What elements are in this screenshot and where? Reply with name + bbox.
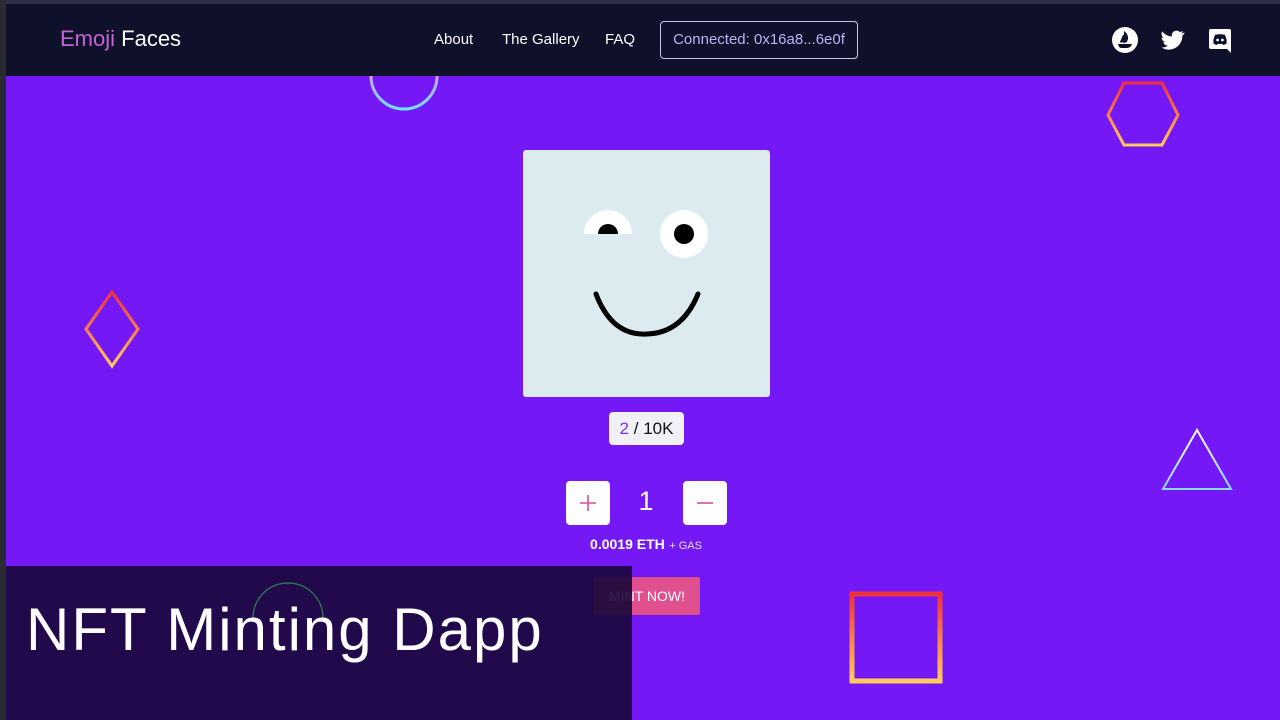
price-label: 0.0019 ETH + GAS [566,536,726,554]
square-outline-shape [849,591,943,684]
circle-outline-shape [369,76,439,111]
app-frame: Emoji Faces About The Gallery FAQ Connec… [6,0,1280,720]
nft-preview-image [523,150,770,397]
nav-about-link[interactable]: About [434,31,473,48]
increase-quantity-button[interactable] [566,481,610,525]
price-value: 0.0019 ETH [590,536,665,552]
minus-icon [697,502,713,504]
nav-gallery-link[interactable]: The Gallery [502,31,580,48]
triangle-outline-shape [1161,427,1233,490]
twitter-icon[interactable] [1158,26,1186,54]
total-supply: 10K [643,419,674,438]
decrease-quantity-button[interactable] [683,481,727,525]
diamond-outline-shape [84,289,140,369]
opensea-icon[interactable] [1111,26,1139,54]
hexagon-outline-shape [1106,81,1180,147]
brand-faces-text: Faces [121,26,182,51]
emoji-face-illustration [584,210,708,337]
discord-icon[interactable] [1206,26,1234,54]
video-title: NFT Minting Dapp [26,596,544,663]
plus-icon [580,495,596,511]
navbar: Emoji Faces About The Gallery FAQ Connec… [6,4,1280,76]
minted-counter-badge: 2 / 10K [609,412,684,445]
minted-count: 2 [619,419,630,438]
gas-label: + GAS [669,540,702,552]
brand-emoji-text: Emoji [60,26,116,51]
counter-separator: / [629,419,644,438]
wallet-connected-button[interactable]: Connected: 0x16a8...6e0f [660,21,858,59]
brand-logo[interactable]: Emoji Faces [60,26,181,52]
nav-faq-link[interactable]: FAQ [605,31,635,48]
title-overlay: NFT Minting Dapp [6,566,632,720]
quantity-value: 1 [638,486,654,516]
